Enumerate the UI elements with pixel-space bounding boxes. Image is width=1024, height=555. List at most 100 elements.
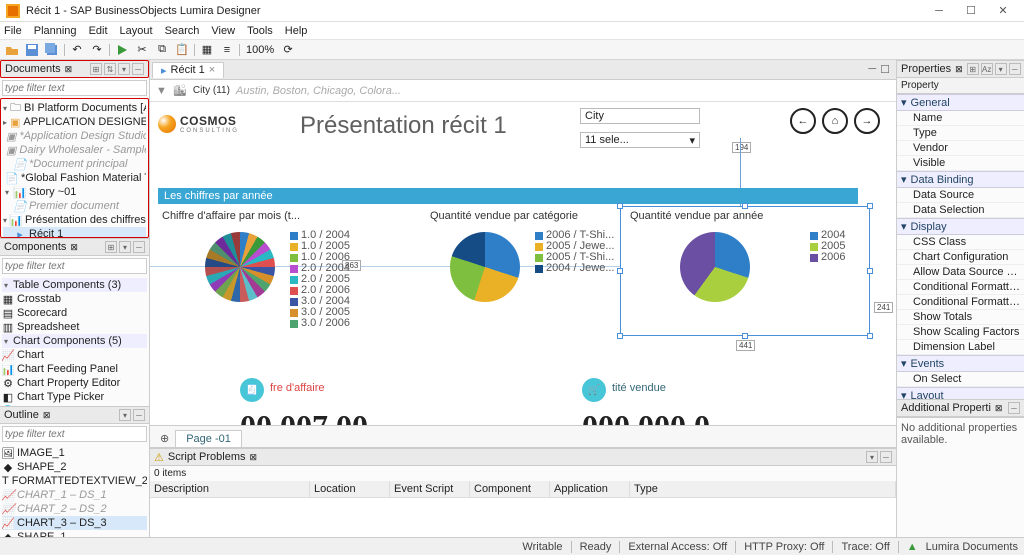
prop-row[interactable]: Data Selection <box>897 203 1024 218</box>
component-item[interactable]: Chart Property Editor <box>17 377 120 389</box>
toolbar-cut-icon[interactable]: ✂ <box>134 42 150 58</box>
filter-icon[interactable]: ▼ <box>156 85 167 97</box>
outline-item[interactable]: CHART_1 – DS_1 <box>17 489 107 501</box>
panel-menu-icon[interactable]: ▾ <box>118 63 130 75</box>
panel-menu-icon[interactable]: ▾ <box>119 241 131 253</box>
chart1-pie[interactable] <box>205 232 275 302</box>
group-label[interactable]: Chart Components (5) <box>13 335 122 347</box>
prop-category[interactable]: ▾General <box>897 94 1024 111</box>
prop-row[interactable]: Chart Configuration <box>897 250 1024 265</box>
toolbar-save-icon[interactable] <box>24 42 40 58</box>
panel-menu-icon[interactable]: ▾ <box>995 63 1007 75</box>
toolbar-paste-icon[interactable]: 📋 <box>174 42 190 58</box>
col-location[interactable]: Location <box>310 481 390 497</box>
prop-category[interactable]: ▾Data Binding <box>897 171 1024 188</box>
status-docs[interactable]: Lumira Documents <box>926 541 1018 553</box>
canvas[interactable]: COSMOS CONSULTING Présentation récit 1 C… <box>150 102 896 425</box>
panel-menu-icon[interactable]: ▾ <box>866 451 878 463</box>
outline-tree[interactable]: 🖼IMAGE_1 ◆SHAPE_2 TFORMATTEDTEXTVIEW_2 📈… <box>0 444 149 537</box>
toolbar-align-icon[interactable]: ≡ <box>219 42 235 58</box>
selection-rect[interactable] <box>620 206 870 336</box>
toolbar-refresh-icon[interactable]: ⟳ <box>280 42 296 58</box>
panel-az-icon[interactable]: Aᴢ <box>981 63 993 75</box>
menu-search[interactable]: Search <box>165 25 200 37</box>
documents-tree[interactable]: ▾🗀BI Platform Documents [ANYWERE] ▸▣APPL… <box>0 98 149 238</box>
documents-filter-input[interactable] <box>2 80 147 96</box>
outline-item[interactable]: FORMATTEDTEXTVIEW_2 <box>12 475 147 487</box>
panel-min-icon[interactable]: ─ <box>133 409 145 421</box>
component-item[interactable]: Spreadsheet <box>17 321 79 333</box>
toolbar-grid-icon[interactable]: ▦ <box>199 42 215 58</box>
tree-item[interactable]: Premier document <box>29 200 119 212</box>
components-panel-header[interactable]: Components ⊠ ⊞ ▾ ─ <box>0 238 149 256</box>
col-description[interactable]: Description <box>150 481 310 497</box>
window-maximize[interactable]: ☐ <box>956 2 986 20</box>
prop-row[interactable]: Allow Data Source Modification <box>897 265 1024 280</box>
chart2-pie[interactable] <box>450 232 520 302</box>
panel-min-icon[interactable]: ─ <box>133 241 145 253</box>
nav-home-icon[interactable]: ⌂ <box>822 108 848 134</box>
city-dropdown[interactable]: City <box>580 108 700 124</box>
outline-panel-header[interactable]: Outline ⊠ ▾─ <box>0 406 149 424</box>
prop-category[interactable]: ▾Display <box>897 218 1024 235</box>
nav-back-icon[interactable]: ← <box>790 108 816 134</box>
window-close[interactable]: ✕ <box>988 2 1018 20</box>
col-component[interactable]: Component <box>470 481 550 497</box>
tree-item[interactable]: *Document principal <box>29 158 127 170</box>
toolbar-copy-icon[interactable]: ⧉ <box>154 42 170 58</box>
toolbar-saveall-icon[interactable] <box>44 42 60 58</box>
panel-menu-icon[interactable]: ▾ <box>119 409 131 421</box>
prop-row[interactable]: Conditional Formatting Settings <box>897 295 1024 310</box>
page-tab[interactable]: Page -01 <box>175 430 242 447</box>
outline-item[interactable]: IMAGE_1 <box>17 447 65 459</box>
component-item[interactable]: Chart <box>17 349 44 361</box>
tree-item[interactable]: Présentation des chiffres – Cosmos Con <box>25 214 146 226</box>
outline-filter-input[interactable] <box>2 426 147 442</box>
prop-row[interactable]: CSS Class <box>897 235 1024 250</box>
toolbar-redo-icon[interactable]: ↷ <box>89 42 105 58</box>
components-tree[interactable]: ▾Table Components (3) ▦Crosstab ▤Scoreca… <box>0 276 149 406</box>
panel-collapse-icon[interactable]: ⊞ <box>105 241 117 253</box>
tree-item[interactable]: *Global Fashion Material Trend Analysis <box>21 172 146 184</box>
toolbar-undo-icon[interactable]: ↶ <box>69 42 85 58</box>
properties-list[interactable]: ▾GeneralNameTypeVendorVisible▾Data Bindi… <box>897 94 1024 399</box>
toolbar-run-icon[interactable] <box>114 42 130 58</box>
prop-row[interactable]: Visible <box>897 156 1024 171</box>
component-item[interactable]: Crosstab <box>17 293 61 305</box>
component-item[interactable]: Chart Feeding Panel <box>17 363 118 375</box>
hierarchy-icon[interactable]: 🏙 <box>173 84 187 97</box>
prop-row[interactable]: Conditional Formatting Visible <box>897 280 1024 295</box>
prop-row[interactable]: Show Totals <box>897 310 1024 325</box>
additional-panel-header[interactable]: Additional Properti ⊠ ─ <box>897 399 1024 417</box>
menu-planning[interactable]: Planning <box>34 25 77 37</box>
documents-panel-header[interactable]: Documents ⊠ ⊞ ⇅ ▾ ─ <box>0 60 149 78</box>
nav-forward-icon[interactable]: → <box>854 108 880 134</box>
prop-row[interactable]: Dimension Label <box>897 340 1024 355</box>
panel-min-icon[interactable]: ─ <box>132 63 144 75</box>
tree-item[interactable]: Story ~01 <box>29 186 76 198</box>
add-page-button[interactable]: ⊕ <box>154 430 175 447</box>
menu-view[interactable]: View <box>211 25 235 37</box>
tree-item[interactable]: Dairy Wholesaler - Sample <box>19 144 146 156</box>
toolbar-zoom100-icon[interactable]: 100% <box>244 42 276 58</box>
status-docs-icon[interactable]: ▲ <box>907 541 918 553</box>
close-icon[interactable]: × <box>209 64 215 76</box>
prop-row[interactable]: Vendor <box>897 141 1024 156</box>
outline-item[interactable]: CHART_2 – DS_2 <box>17 503 107 515</box>
prop-row[interactable]: Name <box>897 111 1024 126</box>
col-eventscript[interactable]: Event Script <box>390 481 470 497</box>
prop-category[interactable]: ▾Events <box>897 355 1024 372</box>
prop-row[interactable]: On Select <box>897 372 1024 387</box>
panel-sync-icon[interactable]: ⇅ <box>104 63 116 75</box>
panel-min-icon[interactable]: ─ <box>1009 63 1021 75</box>
prop-row[interactable]: Show Scaling Factors <box>897 325 1024 340</box>
panel-min-icon[interactable]: ─ <box>880 451 892 463</box>
panel-min-icon[interactable]: ─ <box>1008 402 1020 414</box>
component-item[interactable]: Scorecard <box>17 307 67 319</box>
tree-item-selected[interactable]: Récit 1 <box>29 228 63 238</box>
menu-edit[interactable]: Edit <box>89 25 108 37</box>
menu-tools[interactable]: Tools <box>247 25 273 37</box>
window-minimize[interactable]: ─ <box>924 2 954 20</box>
panel-tree-icon[interactable]: ⊞ <box>967 63 979 75</box>
menu-layout[interactable]: Layout <box>120 25 153 37</box>
